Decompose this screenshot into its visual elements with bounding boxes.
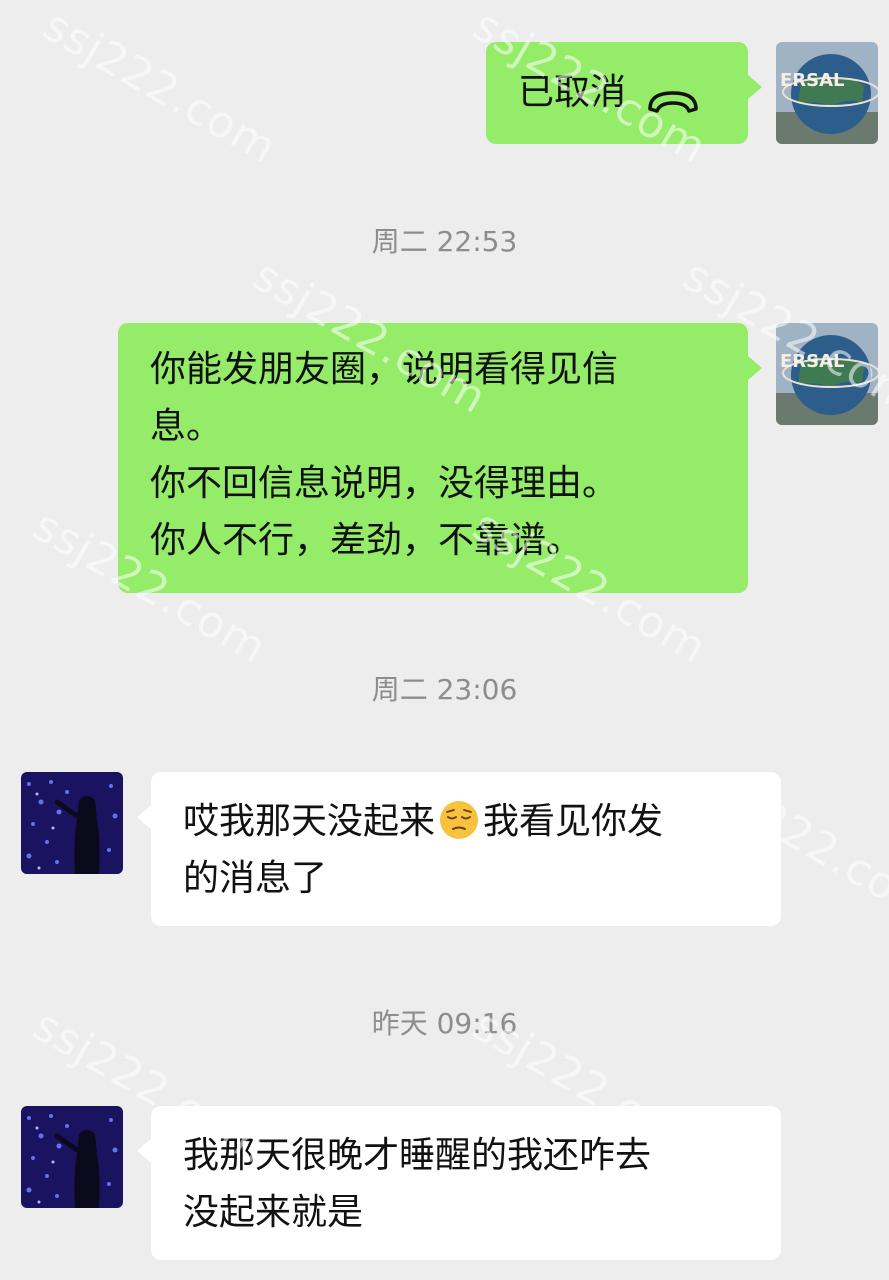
timestamp: 周二 22:53 [371, 225, 518, 258]
globe-avatar-image: ERSAL [776, 42, 878, 144]
message-text: 我看见你发 [483, 801, 664, 842]
message-line: 没起来就是 [183, 1192, 364, 1233]
message-line: 哎我那天没起来 我看见你发 [183, 793, 761, 850]
timestamp: 昨天 09:16 [371, 1007, 518, 1040]
self-avatar[interactable]: ERSAL [776, 323, 878, 425]
girl-lights-avatar-image [21, 1106, 123, 1208]
call-status-label: 已取消 [518, 71, 627, 113]
message-line: 我那天很晚才睡醒的我还咋去 [183, 1135, 652, 1176]
message-line: 你不回信息说明，没得理由。 [150, 463, 619, 504]
message-line: 息。 [150, 406, 223, 447]
self-avatar-text: ERSAL [780, 351, 845, 372]
peer-avatar[interactable] [21, 772, 123, 874]
girl-lights-avatar-image [21, 772, 123, 874]
message-line: 你能发朋友圈，说明看得见信 [150, 349, 619, 390]
peer-avatar[interactable] [21, 1106, 123, 1208]
message-line: 你人不行，差劲，不靠谱。 [150, 520, 583, 561]
message-text: 哎我那天没起来 [183, 801, 436, 842]
pensive-face-emoji [439, 800, 479, 840]
phone-hangup-icon [646, 77, 700, 113]
incoming-message-bubble[interactable]: 我那天很晚才睡醒的我还咋去 没起来就是 [137, 1106, 781, 1260]
message-line: 的消息了 [183, 858, 328, 899]
timestamp: 周二 23:06 [371, 673, 518, 706]
outgoing-message-bubble[interactable]: 你能发朋友圈，说明看得见信 息。 你不回信息说明，没得理由。 你人不行，差劲，不… [118, 323, 762, 593]
call-cancelled-bubble[interactable]: 已取消 [486, 42, 762, 144]
globe-avatar-image: ERSAL [776, 323, 878, 425]
incoming-message-bubble[interactable]: 哎我那天没起来 我看见你发 的消息了 [137, 772, 781, 926]
self-avatar-text: ERSAL [780, 70, 845, 91]
self-avatar[interactable]: ERSAL [776, 42, 878, 144]
watermark: ssj222.com [34, 0, 286, 175]
